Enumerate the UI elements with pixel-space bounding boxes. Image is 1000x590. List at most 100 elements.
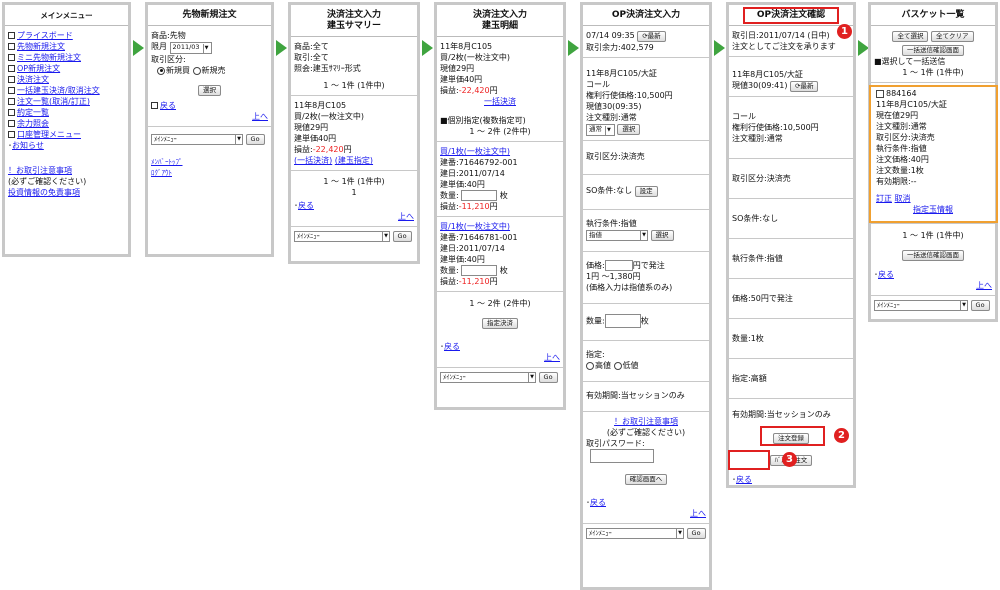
menu-link[interactable]: 注文一覧(取消/訂正) (17, 97, 90, 106)
menu-item-margin[interactable]: 余力照会 (8, 118, 125, 129)
menu-link[interactable]: 約定一覧 (17, 108, 49, 117)
position-head-link[interactable]: 買/1枚(一枚注文中) (440, 221, 560, 232)
back-link[interactable]: 戻る (160, 101, 176, 110)
date-line-2: 注文としてご注文を承ります (732, 42, 836, 51)
menu-item-order-list[interactable]: 注文一覧(取消/訂正) (8, 96, 125, 107)
date-line-1: 取引日:2011/07/14 (日中) (732, 31, 830, 40)
item-name: 11年8月C105 (294, 101, 347, 110)
select-button[interactable]: 選択 (617, 124, 641, 135)
pager: 1 ～ 2件 (2件中) 指定決済 ･戻る 上へ (437, 292, 563, 368)
menu-link[interactable]: 余力照会 (17, 119, 49, 128)
menu-link[interactable]: ミニ先物新規注文 (17, 53, 81, 62)
menu-item-op-new[interactable]: OP新規注文 (8, 63, 125, 74)
up-link[interactable]: 上へ (834, 486, 850, 488)
refresh-button[interactable]: ⟳最新 (790, 81, 819, 92)
pnl-label: 損益: (440, 202, 459, 211)
back-link[interactable]: 戻る (590, 498, 606, 507)
radio-new-sell[interactable] (192, 66, 201, 75)
period-value: 2011/03 (172, 43, 200, 51)
select-button[interactable]: 選択 (198, 85, 221, 96)
back-link[interactable]: 戻る (736, 475, 752, 484)
clear-all-button[interactable]: 全てクリア (931, 31, 974, 42)
menu-link[interactable]: OP新規注文 (17, 64, 60, 73)
logout-link[interactable]: ﾛｸﾞｱｳﾄ (151, 168, 268, 179)
back-link[interactable]: 戻る (298, 201, 314, 210)
notice-link[interactable]: ！お取引注意事項 (8, 165, 125, 176)
disclaimer-link[interactable]: 投資情報の免責事項 (8, 187, 125, 198)
up-link[interactable]: 上へ (690, 509, 706, 518)
menu-item-executions[interactable]: 約定一覧 (8, 107, 125, 118)
period-select[interactable]: 2011/03 ▼ (169, 42, 213, 54)
qty-input[interactable] (461, 265, 498, 276)
up-link[interactable]: 上へ (544, 353, 560, 362)
member-top-link[interactable]: ﾒﾝﾊﾞｰﾄｯﾌﾟ (151, 157, 268, 168)
bulk-settle-link[interactable]: (一括決済) (294, 156, 332, 165)
menu-select[interactable]: ﾒｲﾝﾒﾆｭｰ ▼ (440, 372, 536, 383)
menu-item-settle[interactable]: 決済注文 (8, 74, 125, 85)
menu-link[interactable]: 一括建玉決済/取消注文 (17, 86, 100, 95)
menu-link[interactable]: お知らせ (12, 141, 44, 150)
up-link[interactable]: 上へ (976, 281, 992, 290)
menu-link[interactable]: 口座管理メニュー (17, 130, 81, 139)
menu-item-futures-new[interactable]: 先物新規注文 (8, 41, 125, 52)
exec-row: 執行条件:指値 指値 ▼ 選択 (583, 210, 709, 252)
select-all-button[interactable]: 全て選択 (892, 31, 929, 42)
pnl-unit: 円 (489, 277, 498, 286)
select-button[interactable]: 選択 (650, 230, 674, 241)
bulk-send-confirm-button[interactable]: 一括送信確認画面 (902, 45, 964, 56)
menu-link[interactable]: 決済注文 (17, 75, 49, 84)
pnl-label: 損益: (440, 86, 459, 95)
exec-select[interactable]: 指値 ▼ (586, 230, 648, 241)
specified-settle-button[interactable]: 指定決済 (482, 318, 518, 329)
pnl-value: -22,420 (458, 86, 490, 95)
order-type-select[interactable]: 通常 ▼ (586, 124, 615, 136)
up-link[interactable]: 上へ (252, 112, 268, 121)
position-head-link[interactable]: 買/1枚(一枚注文中) (440, 146, 560, 157)
bullet-icon (8, 54, 15, 61)
bulk-settle-link[interactable]: 一括決済 (484, 97, 516, 106)
menu-select[interactable]: ﾒｲﾝﾒﾆｭｰ ▼ (586, 528, 684, 539)
refresh-button[interactable]: ⟳最新 (637, 31, 666, 42)
order-form: 商品:先物 限月 2011/03 ▼ 取引区分: 新規買 新規売 選択 戻る 上へ (148, 26, 271, 127)
go-button[interactable]: Go (245, 134, 265, 145)
position-item: 11年8月C105 買/2枚(一枚注文中) 現値29円 建単価40円 損益:-2… (291, 96, 417, 171)
setting-button[interactable]: 設定 (634, 186, 658, 197)
menu-select[interactable]: ﾒｲﾝﾒﾆｭｰ ▼ (294, 231, 390, 242)
price-input[interactable] (604, 260, 633, 271)
menu-link[interactable]: 先物新規注文 (17, 42, 65, 51)
menu-item-bulk-settle[interactable]: 一括建玉決済/取消注文 (8, 85, 125, 96)
notice-link[interactable]: ！お取引注意事項 (586, 416, 706, 427)
up-link[interactable]: 上へ (398, 212, 414, 221)
go-button[interactable]: Go (392, 231, 412, 242)
confirm-button[interactable]: 確認画面へ (624, 474, 668, 485)
qty-input[interactable] (461, 190, 498, 201)
qty-input[interactable] (604, 314, 641, 328)
trade-date: 取引日:2011/07/14 (日中) 注文としてご注文を承ります (729, 26, 853, 57)
flow-arrow-icon (568, 40, 579, 56)
menu-link[interactable]: プライスボード (17, 31, 73, 40)
back-link[interactable]: 戻る (444, 342, 460, 351)
exec-label: 執行条件:指値 (586, 219, 637, 228)
notice-sub: (必ずご確認ください) (606, 428, 686, 437)
title-line-2: 建玉サマリー (326, 21, 381, 31)
settle-summary-screen: 決済注文入力 建玉サマリー 商品:全て 取引:全て 照会:建玉ｻﾏﾘｰ形式 1 ～… (288, 2, 420, 264)
go-button[interactable]: Go (686, 528, 706, 539)
menu-item-news[interactable]: ･お知らせ (8, 140, 125, 151)
password-input[interactable] (590, 449, 654, 463)
bulk-send-confirm-button[interactable]: 一括送信確認画面 (902, 250, 964, 261)
go-button[interactable]: Go (970, 300, 990, 311)
menu-item-account[interactable]: 口座管理メニュー (8, 129, 125, 140)
spec-label: 指定: (586, 350, 605, 359)
go-button[interactable]: Go (538, 372, 558, 383)
back-link[interactable]: 戻る (878, 270, 894, 279)
menu-select[interactable]: ﾒｲﾝﾒﾆｭｰ ▼ (151, 134, 243, 145)
radio-new-buy[interactable] (157, 66, 165, 75)
radio-high[interactable] (586, 361, 594, 370)
menu-item-price-board[interactable]: プライスボード (8, 30, 125, 41)
item-price: 現値29円 (440, 64, 475, 73)
position-select-link[interactable]: (建玉指定) (335, 156, 373, 165)
op-settle-input-screen: OP決済注文入力 07/14 09:35 ⟳最新 取引余力:402,579 11… (580, 2, 712, 590)
menu-select[interactable]: ﾒｲﾝﾒﾆｭｰ ▼ (874, 300, 968, 311)
menu-item-mini-futures-new[interactable]: ミニ先物新規注文 (8, 52, 125, 63)
radio-low[interactable] (613, 361, 622, 370)
